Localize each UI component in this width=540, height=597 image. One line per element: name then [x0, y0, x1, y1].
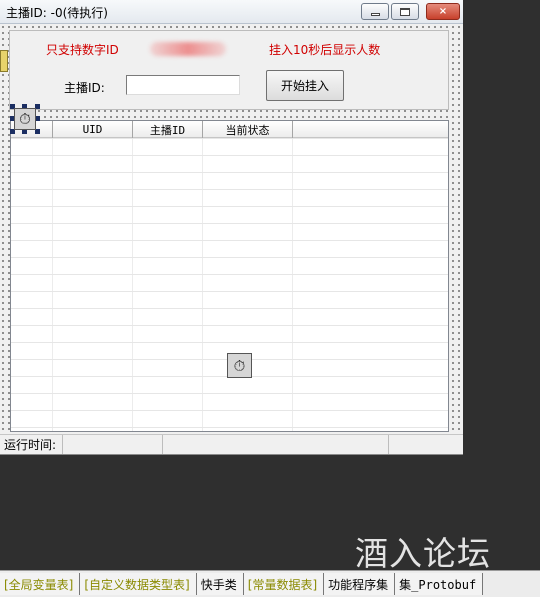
- minimize-button[interactable]: [361, 3, 389, 20]
- tab-protobuf-assembly[interactable]: 集_Protobuf: [395, 573, 484, 595]
- maximize-button[interactable]: [391, 3, 419, 20]
- tab-kuaishou-class[interactable]: 快手类: [196, 573, 244, 595]
- timer-icon: ⏱: [14, 108, 36, 130]
- component-marker[interactable]: [0, 50, 8, 72]
- close-icon: ×: [438, 6, 448, 17]
- column-header-anchor-id[interactable]: 主播ID: [133, 121, 203, 138]
- status-bar: 运行时间:: [0, 434, 463, 454]
- numeric-id-note: 只支持数字ID: [46, 43, 119, 57]
- editor-tab-bar: [全局变量表] [自定义数据类型表] 快手类 [常量数据表] 功能程序集 集_P…: [0, 570, 540, 597]
- list-header: UID 主播ID 当前状态: [11, 121, 448, 138]
- status-extra: [163, 435, 389, 454]
- runtime-label: 运行时间:: [0, 435, 63, 454]
- tab-function-assembly[interactable]: 功能程序集: [324, 573, 396, 595]
- window-title: 主播ID: -0(待执行): [6, 6, 108, 20]
- column-header-filler: [293, 121, 448, 138]
- anchor-id-label: 主播ID:: [64, 81, 105, 95]
- anchor-id-input[interactable]: [126, 75, 240, 95]
- column-header-uid[interactable]: UID: [53, 121, 133, 138]
- runtime-value: [63, 435, 163, 454]
- redacted-text: [150, 42, 226, 56]
- count-delay-note: 挂入10秒后显示人数: [269, 43, 381, 57]
- forum-watermark: 酒入论坛: [355, 534, 491, 573]
- close-button[interactable]: ×: [426, 3, 460, 20]
- start-join-button[interactable]: 开始挂入: [266, 70, 344, 101]
- anchor-list-view[interactable]: UID 主播ID 当前状态: [10, 120, 449, 432]
- title-bar[interactable]: 主播ID: -0(待执行) ×: [0, 0, 463, 24]
- timer-icon[interactable]: ⏱: [227, 353, 252, 378]
- list-body[interactable]: [11, 138, 448, 431]
- dialog-window: 主播ID: -0(待执行) × 只支持数字ID 挂入10秒后显示人数 主播ID:…: [0, 0, 463, 455]
- minimize-icon: [370, 12, 380, 16]
- timer-component-selected[interactable]: ⏱: [10, 104, 40, 134]
- column-header-status[interactable]: 当前状态: [203, 121, 293, 138]
- maximize-icon: [400, 7, 410, 16]
- tab-custom-data-types[interactable]: [自定义数据类型表]: [80, 573, 197, 595]
- tab-global-variables[interactable]: [全局变量表]: [0, 573, 81, 595]
- tab-constants[interactable]: [常量数据表]: [243, 573, 325, 595]
